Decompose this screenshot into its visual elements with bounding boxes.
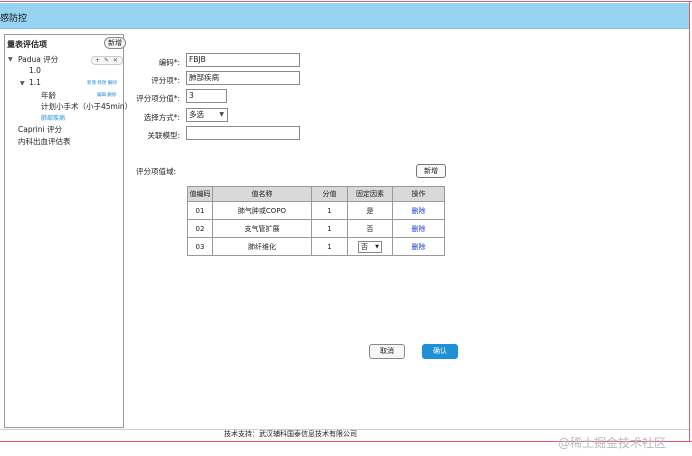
row-fixed: 否 bbox=[347, 219, 393, 238]
mode-select-value: 多选 bbox=[189, 110, 204, 119]
tree-node-caprini[interactable]: Caprini 评分 bbox=[18, 124, 62, 135]
frame-right-border bbox=[689, 1, 690, 442]
delete-link[interactable]: 删除 bbox=[412, 243, 426, 251]
row-action-cell: 删除 bbox=[392, 219, 445, 238]
col-action-header: 操作 bbox=[392, 186, 445, 202]
model-input[interactable] bbox=[186, 126, 300, 140]
score-input[interactable]: 3 bbox=[186, 89, 227, 103]
tree-node-tools[interactable]: + ✎ ✕ bbox=[91, 56, 123, 65]
fixed-factor-select[interactable]: 否 ▼ bbox=[358, 240, 382, 253]
domain-label: 评分项值域: bbox=[136, 167, 177, 176]
row-action-cell: 删除 bbox=[392, 237, 445, 256]
mode-label: 选择方式*: bbox=[143, 113, 180, 122]
row-fixed: 是 bbox=[347, 201, 393, 220]
app-window: 感防控 量表评估项 新增 ▼ Padua 评分 + ✎ ✕ 1.0 ▼ 1.1 … bbox=[0, 0, 692, 456]
mode-select[interactable]: 多选 ▼ bbox=[186, 108, 228, 122]
row-score: 1 bbox=[311, 219, 348, 238]
row-name: 肺纤维化 bbox=[212, 237, 312, 256]
table-row: 01 肺气肿或COPO 1 是 删除 bbox=[187, 201, 445, 220]
tree-node-padua[interactable]: Padua 评分 bbox=[18, 54, 58, 65]
tree-node-lung-selected[interactable]: 肺部疾病 bbox=[41, 113, 65, 122]
row-score: 1 bbox=[311, 201, 348, 220]
item-label: 评分项*: bbox=[151, 76, 180, 85]
sidebar-tree-panel: 量表评估项 新增 ▼ Padua 评分 + ✎ ✕ 1.0 ▼ 1.1 新增 修… bbox=[4, 34, 132, 428]
row-code: 01 bbox=[187, 201, 213, 220]
row-name: 肺气肿或COPO bbox=[212, 201, 312, 220]
caret-down-icon[interactable]: ▼ bbox=[8, 56, 13, 63]
tree-node-age-actions[interactable]: 编辑 删除 bbox=[97, 92, 116, 98]
cancel-button[interactable]: 取消 bbox=[369, 344, 405, 359]
row-code: 02 bbox=[187, 219, 213, 238]
title-bar: 感防控 bbox=[0, 3, 689, 29]
delete-link[interactable]: 删除 bbox=[412, 207, 426, 215]
item-input[interactable]: 肺部疾病 bbox=[186, 71, 300, 85]
code-label: 编码*: bbox=[158, 58, 180, 67]
chevron-down-icon: ▼ bbox=[375, 243, 379, 250]
code-input[interactable]: FBJB bbox=[186, 53, 300, 67]
col-name-header: 值名称 bbox=[212, 186, 312, 202]
row-name: 支气管扩展 bbox=[212, 219, 312, 238]
footer-text: 技术支持：武汉辅科国泰信息技术有限公司 bbox=[224, 430, 357, 438]
value-table: 值编码 值名称 分值 固定因素 操作 01 肺气肿或COPO 1 是 删除 02… bbox=[187, 186, 445, 256]
row-code: 03 bbox=[187, 237, 213, 256]
sidebar-title: 量表评估项 bbox=[7, 40, 47, 49]
chevron-down-icon: ▼ bbox=[219, 111, 224, 118]
row-fixed-cell: 否 ▼ bbox=[347, 237, 393, 256]
caret-down-icon[interactable]: ▼ bbox=[20, 80, 25, 87]
tree-node-v1-1-actions[interactable]: 新增 修改 删除 bbox=[87, 80, 117, 86]
delete-link[interactable]: 删除 bbox=[412, 225, 426, 233]
app-title: 感防控 bbox=[0, 14, 28, 24]
row-action-cell: 删除 bbox=[392, 201, 445, 220]
fixed-factor-value: 否 bbox=[361, 242, 368, 251]
frame-top-border bbox=[0, 1, 692, 2]
tree-node-surgery[interactable]: 计划小手术（小于45min） bbox=[41, 101, 132, 112]
score-label: 评分项分值*: bbox=[136, 94, 180, 103]
sidebar-add-button[interactable]: 新增 bbox=[104, 37, 126, 49]
row-score: 1 bbox=[311, 237, 348, 256]
watermark: @稀土掘金技术社区 bbox=[558, 436, 667, 450]
tree-node-bleeding[interactable]: 内科出血评估表 bbox=[18, 136, 71, 147]
tree-node-v1-0[interactable]: 1.0 bbox=[29, 66, 41, 75]
model-label: 关联模型: bbox=[147, 131, 180, 140]
table-header-row: 值编码 值名称 分值 固定因素 操作 bbox=[187, 186, 445, 202]
domain-add-button[interactable]: 新增 bbox=[416, 164, 446, 178]
col-code-header: 值编码 bbox=[187, 186, 213, 202]
confirm-button[interactable]: 确认 bbox=[422, 344, 458, 359]
col-score-header: 分值 bbox=[311, 186, 348, 202]
table-row: 02 支气管扩展 1 否 删除 bbox=[187, 219, 445, 238]
table-row: 03 肺纤维化 1 否 ▼ 删除 bbox=[187, 237, 445, 256]
tree-node-age[interactable]: 年龄 bbox=[41, 90, 56, 101]
tree-node-v1-1[interactable]: 1.1 bbox=[29, 78, 41, 87]
col-fixed-header: 固定因素 bbox=[347, 186, 393, 202]
